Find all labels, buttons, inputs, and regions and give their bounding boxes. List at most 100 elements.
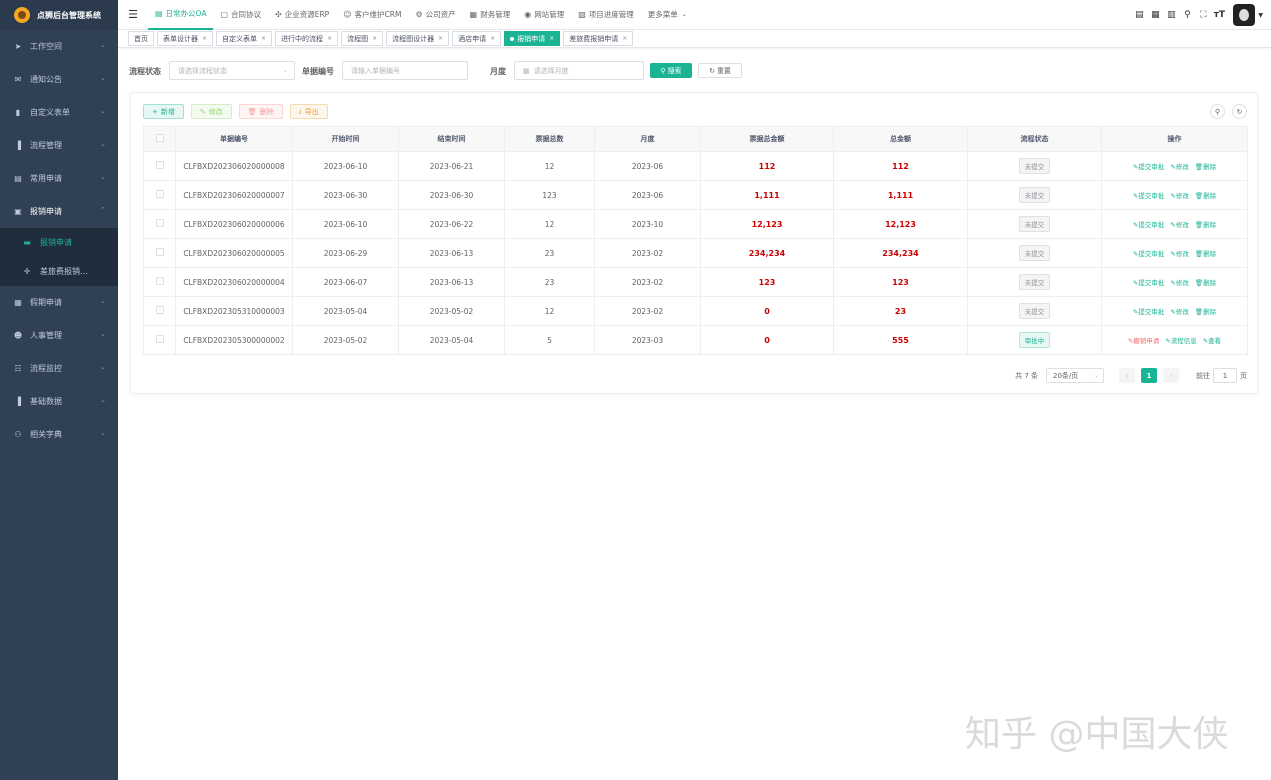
select-cell[interactable] [143, 267, 176, 297]
tab[interactable]: 表单设计器 × [157, 31, 214, 46]
hamburger-icon[interactable]: ☰ [118, 8, 148, 21]
col-header[interactable]: 票据总金额 [700, 126, 834, 152]
file-icon[interactable]: ▦ [1147, 10, 1163, 20]
page-size-select[interactable]: 20条/页 ⌄ [1046, 368, 1104, 383]
close-icon[interactable]: × [327, 35, 332, 42]
row-action-button[interactable]: ✎流程信息 [1165, 337, 1196, 345]
col-header[interactable]: 单据编号 [175, 126, 293, 152]
col-header[interactable]: 结束时间 [398, 126, 505, 152]
row-action-button[interactable]: 🗑删除 [1195, 279, 1216, 287]
top-nav-item[interactable]: ▧ 项目进度管理 [571, 0, 641, 30]
select-cell[interactable] [143, 296, 176, 326]
close-icon[interactable]: × [372, 35, 377, 42]
row-checkbox[interactable] [155, 190, 164, 198]
table-row[interactable]: CLFBXD202306020000005 2023-06-29 2023-06-1… [143, 238, 1248, 268]
table-row[interactable]: CLFBXD202306020000006 2023-06-10 2023-06-2… [143, 209, 1248, 239]
row-action-button[interactable]: ✎提交审批 [1133, 192, 1164, 200]
top-nav-item[interactable]: ◉ 网站管理 [517, 0, 571, 30]
fullscreen-icon[interactable]: ⛶ [1195, 10, 1211, 20]
next-page-button[interactable]: › [1163, 368, 1179, 383]
row-action-button[interactable]: ✎修改 [1170, 192, 1188, 200]
tab[interactable]: 进行中的流程 × [275, 31, 339, 46]
sidebar-item[interactable]: ▐ 流程管理 ⌄ [0, 129, 118, 162]
select-all-checkbox[interactable] [155, 134, 164, 142]
document-icon[interactable]: ▤ [1131, 10, 1147, 20]
code-input[interactable]: 请输入单据编号 [342, 61, 468, 80]
row-action-button[interactable]: ✎修改 [1170, 163, 1188, 171]
close-icon[interactable]: × [490, 35, 495, 42]
row-checkbox[interactable] [155, 161, 164, 169]
sidebar-item[interactable]: ▦ 假期申请 ⌄ [0, 286, 118, 319]
sidebar-item[interactable]: ☻ 人事管理 ⌄ [0, 319, 118, 352]
sidebar-item[interactable]: ▣ 报销申请 ⌃ [0, 195, 118, 228]
edit-button[interactable]: ✎ 修改 [190, 104, 232, 119]
refresh-icon[interactable]: ↻ [1232, 104, 1247, 119]
col-header[interactable]: 开始时间 [292, 126, 399, 152]
select-cell[interactable] [143, 238, 176, 268]
chevron-down-icon[interactable]: ▼ [1258, 12, 1263, 19]
sidebar-item[interactable]: ▤ 常用申请 ⌄ [0, 162, 118, 195]
select-all-cell[interactable] [143, 126, 176, 152]
row-checkbox[interactable] [155, 306, 164, 314]
logo[interactable]: 点狮后台管理系统 [0, 0, 118, 30]
row-action-button[interactable]: ✎查看 [1203, 337, 1221, 345]
table-row[interactable]: CLFBXD202306020000007 2023-06-30 2023-06-3… [143, 180, 1248, 210]
sidebar-item[interactable]: ▮ 自定义表单 ⌄ [0, 96, 118, 129]
row-action-button[interactable]: ✎提交审批 [1133, 221, 1164, 229]
status-select[interactable]: 请选择流程状态 ⌄ [169, 61, 295, 80]
select-cell[interactable] [143, 180, 176, 210]
tab[interactable]: 报销申请 × [504, 31, 561, 46]
close-icon[interactable]: × [261, 35, 266, 42]
row-action-button[interactable]: ✎修改 [1170, 250, 1188, 258]
select-cell[interactable] [143, 151, 176, 181]
row-action-button[interactable]: ✎修改 [1170, 221, 1188, 229]
close-icon[interactable]: × [622, 35, 627, 42]
reset-button[interactable]: ↻ 重置 [698, 63, 742, 78]
page-number[interactable]: 1 [1141, 368, 1157, 383]
row-checkbox[interactable] [155, 248, 164, 256]
row-action-button[interactable]: 🗑删除 [1195, 250, 1216, 258]
row-action-button[interactable]: ✎提交审批 [1133, 163, 1164, 171]
col-header[interactable]: 票据总数 [504, 126, 595, 152]
row-action-button[interactable]: 🗑删除 [1195, 221, 1216, 229]
sidebar-item[interactable]: ▐ 基础数据 ⌄ [0, 385, 118, 418]
row-action-button[interactable]: ✎修改 [1170, 279, 1188, 287]
tab[interactable]: 自定义表单 × [216, 31, 273, 46]
sidebar-item[interactable]: ➤ 工作空间 ⌄ [0, 30, 118, 63]
note-icon[interactable]: ▥ [1163, 10, 1179, 20]
row-checkbox[interactable] [155, 219, 164, 227]
font-size-icon[interactable]: тT [1211, 10, 1227, 20]
top-nav-item[interactable]: ▦ 财务管理 [463, 0, 518, 30]
tab[interactable]: 差旅费报销申请 × [563, 31, 634, 46]
sidebar-item[interactable]: ☷ 流程监控 ⌄ [0, 352, 118, 385]
submenu-item[interactable]: ✛ 差旅费报销... [0, 257, 118, 286]
col-header[interactable]: 月度 [594, 126, 701, 152]
sidebar-item[interactable]: ✉ 通知公告 ⌄ [0, 63, 118, 96]
col-header[interactable]: 操作 [1101, 126, 1248, 152]
row-action-button[interactable]: ✎提交审批 [1133, 279, 1164, 287]
col-header[interactable]: 流程状态 [967, 126, 1102, 152]
select-cell[interactable] [143, 325, 176, 355]
submenu-item[interactable]: ▬ 报销申请 [0, 228, 118, 257]
search-button[interactable]: ⚲ 搜索 [650, 63, 692, 78]
close-icon[interactable]: × [202, 35, 207, 42]
row-action-button[interactable]: ✎撤销申请 [1128, 337, 1159, 345]
tab[interactable]: 首页 [128, 31, 154, 46]
col-header[interactable]: 总金额 [833, 126, 968, 152]
table-row[interactable]: CLFBXD202306020000004 2023-06-07 2023-06-1… [143, 267, 1248, 297]
goto-input[interactable]: 1 [1213, 368, 1237, 383]
month-picker[interactable]: ▦ 请选择月度 [514, 61, 644, 80]
row-action-button[interactable]: 🗑删除 [1195, 192, 1216, 200]
table-row[interactable]: CLFBXD202306020000008 2023-06-10 2023-06-2… [143, 151, 1248, 181]
table-row[interactable]: CLFBXD202305300000002 2023-05-02 2023-05-0… [143, 325, 1248, 355]
top-nav-item[interactable]: ▢ 合同协议 [213, 0, 268, 30]
tab[interactable]: 酒店申请 × [452, 31, 502, 46]
export-button[interactable]: ⤓ 导出 [289, 104, 328, 119]
close-icon[interactable]: × [438, 35, 443, 42]
prev-page-button[interactable]: ‹ [1119, 368, 1135, 383]
top-nav-item[interactable]: ▤ 日常办公OA [148, 0, 214, 30]
row-action-button[interactable]: ✎提交审批 [1133, 250, 1164, 258]
row-action-button[interactable]: 🗑删除 [1195, 308, 1216, 316]
row-action-button[interactable]: 🗑删除 [1195, 163, 1216, 171]
tab[interactable]: 流程图 × [341, 31, 384, 46]
